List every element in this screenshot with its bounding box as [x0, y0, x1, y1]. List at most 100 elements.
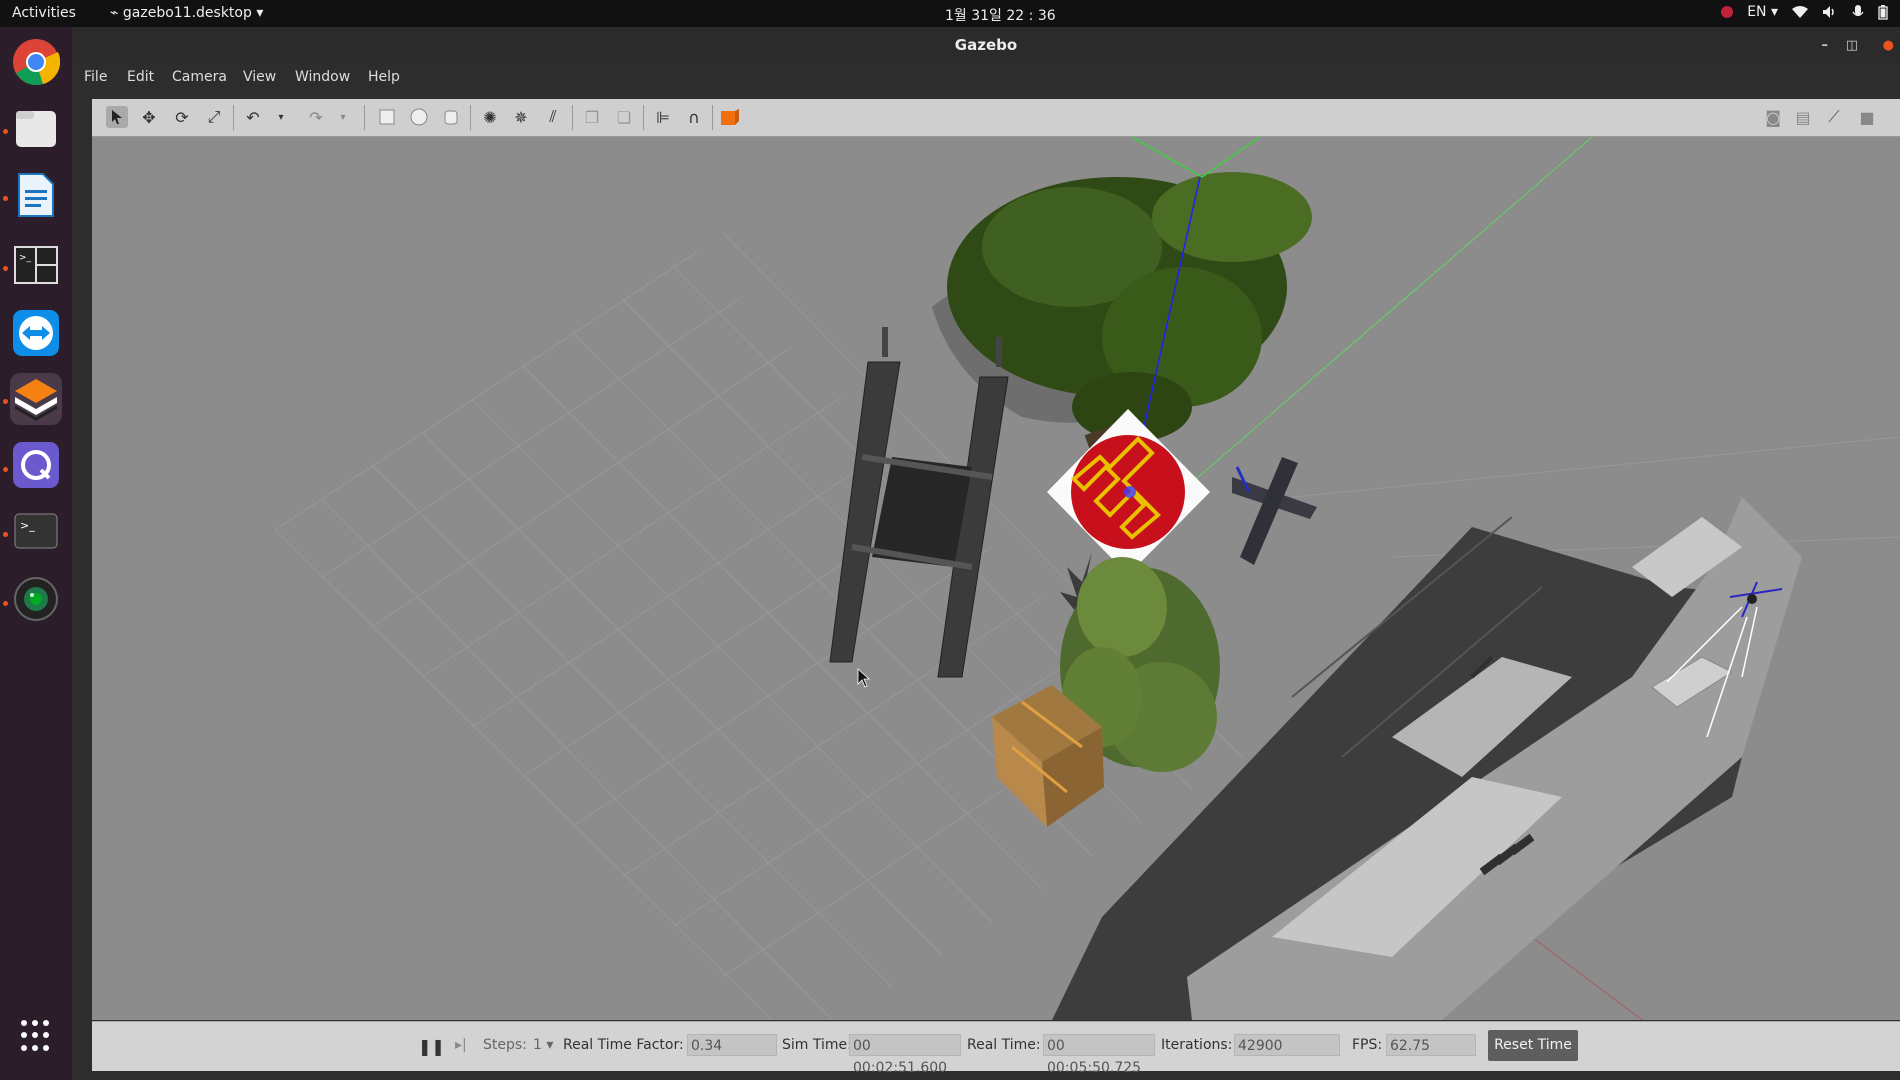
- directional-light-icon[interactable]: ⫽: [542, 106, 564, 128]
- redo-history-dropdown-icon[interactable]: ▾: [332, 106, 354, 128]
- wamv-boat: [829, 327, 1009, 678]
- language-label: EN: [1747, 4, 1767, 20]
- pause-icon[interactable]: ❚❚: [418, 1037, 445, 1056]
- app-menu[interactable]: ⌁ gazebo11.desktop ▾: [110, 5, 263, 21]
- writer-launcher[interactable]: [10, 169, 62, 221]
- spot-light-icon[interactable]: ✵: [510, 106, 532, 128]
- camera-app-launcher[interactable]: [10, 573, 62, 625]
- chrome-launcher[interactable]: [10, 36, 62, 88]
- running-indicator: [3, 129, 8, 134]
- maximize-icon[interactable]: ◫: [1846, 27, 1858, 64]
- log-recorder-icon[interactable]: ▤: [1792, 106, 1814, 128]
- cylinder-shape-icon[interactable]: [440, 106, 462, 128]
- real-time-value: 00 00:05:50.725: [1043, 1034, 1155, 1076]
- helipad: [1047, 409, 1210, 575]
- minimize-icon[interactable]: –: [1822, 27, 1829, 64]
- show-applications-icon[interactable]: [21, 1020, 53, 1052]
- steps-value[interactable]: 1 ▾: [533, 1037, 553, 1053]
- paste-icon[interactable]: ❏: [613, 106, 635, 128]
- step-icon[interactable]: ▸|: [455, 1037, 467, 1053]
- language-indicator[interactable]: EN ▾: [1747, 4, 1778, 20]
- teamviewer-icon: [13, 310, 59, 356]
- app-menu-label: gazebo11.desktop: [122, 5, 252, 21]
- chrome-icon: [13, 39, 60, 86]
- system-tray[interactable]: EN ▾: [1721, 4, 1888, 20]
- qgroundcontrol-icon: [13, 442, 59, 488]
- fixed-wing-plane: [1232, 457, 1317, 565]
- running-indicator: [3, 399, 8, 404]
- svg-text:>_: >_: [19, 253, 32, 263]
- point-light-icon[interactable]: ✺: [479, 106, 501, 128]
- system-top-bar: Activities ⌁ gazebo11.desktop ▾ 1월 31일 2…: [0, 0, 1900, 27]
- terminal-launcher[interactable]: >_: [10, 505, 62, 557]
- files-icon: [16, 111, 56, 147]
- fps-label: FPS:: [1352, 1037, 1383, 1053]
- rotate-mode-icon[interactable]: ⟳: [171, 106, 193, 128]
- translate-mode-icon[interactable]: ✥: [138, 106, 160, 128]
- rtf-value: 0.34: [687, 1034, 777, 1056]
- menu-camera[interactable]: Camera: [172, 69, 227, 85]
- redo-icon[interactable]: ↷: [305, 106, 327, 128]
- steps-value-text: 1: [533, 1037, 542, 1053]
- snap-magnet-icon[interactable]: ∩: [683, 106, 705, 128]
- gazebo-toolbar: ✥ ⟳ ⤢ ↶ ▾ ↷ ▾ ✺ ✵ ⫽ ❐ ❏ ⊫ ∩ ◙ ▤ ⟋ ■: [92, 99, 1900, 137]
- close-icon[interactable]: ●: [1883, 27, 1894, 64]
- running-indicator: [3, 196, 8, 201]
- camera-lens-icon: [14, 577, 58, 621]
- qgroundcontrol-launcher[interactable]: [10, 439, 62, 491]
- time-panel: ❚❚ ▸| Steps: 1 ▾ Real Time Factor: 0.34 …: [92, 1021, 1900, 1076]
- teamviewer-launcher[interactable]: [10, 307, 62, 359]
- running-indicator: [3, 266, 8, 271]
- menu-view[interactable]: View: [243, 69, 276, 85]
- menu-edit[interactable]: Edit: [127, 69, 154, 85]
- change-view-angle-icon[interactable]: [719, 106, 741, 128]
- writer-document-icon: [18, 173, 54, 217]
- terminator-icon: >_: [14, 246, 58, 284]
- sim-time-value: 00 00:02:51.600: [849, 1034, 961, 1076]
- fps-value: 62.75: [1386, 1034, 1476, 1056]
- plot-icon[interactable]: ⟋: [1823, 106, 1845, 128]
- volume-icon[interactable]: [1822, 5, 1838, 19]
- chevron-down-icon: ▾: [251, 5, 264, 21]
- gazebo-icon: [14, 379, 58, 421]
- terminator-launcher[interactable]: >_: [10, 239, 62, 291]
- ubuntu-dock: >_ >_: [0, 27, 72, 1080]
- terminal-icon: >_: [14, 513, 58, 549]
- menu-file[interactable]: File: [84, 69, 107, 85]
- rtf-label: Real Time Factor:: [563, 1037, 684, 1053]
- menu-help[interactable]: Help: [368, 69, 400, 85]
- scene-render[interactable]: [92, 137, 1900, 1020]
- svg-text:>_: >_: [20, 519, 35, 532]
- undo-history-dropdown-icon[interactable]: ▾: [270, 106, 292, 128]
- video-record-icon[interactable]: ■: [1856, 106, 1878, 128]
- align-icon[interactable]: ⊫: [652, 106, 674, 128]
- battery-icon[interactable]: [1878, 4, 1888, 20]
- clock[interactable]: 1월 31일 22 : 36: [945, 5, 1056, 25]
- gazebo-launcher[interactable]: [10, 373, 62, 425]
- sim-time-label: Sim Time:: [782, 1037, 852, 1053]
- reset-time-button[interactable]: Reset Time: [1488, 1030, 1578, 1061]
- sphere-shape-icon[interactable]: [408, 106, 430, 128]
- window-title-bar[interactable]: Gazebo – ◫ ●: [72, 27, 1900, 64]
- menu-window[interactable]: Window: [295, 69, 350, 85]
- running-indicator: [3, 467, 8, 472]
- app-indicator-icon: ⌁: [110, 5, 123, 21]
- iterations-label: Iterations:: [1161, 1037, 1233, 1053]
- files-launcher[interactable]: [10, 102, 62, 154]
- real-time-label: Real Time:: [967, 1037, 1041, 1053]
- undo-icon[interactable]: ↶: [242, 106, 264, 128]
- copy-icon[interactable]: ❐: [581, 106, 603, 128]
- window-title: Gazebo: [954, 36, 1018, 54]
- box-shape-icon[interactable]: [376, 106, 398, 128]
- scale-mode-icon[interactable]: ⤢: [203, 106, 225, 128]
- scene-viewport[interactable]: [92, 137, 1900, 1020]
- recording-indicator-icon[interactable]: [1721, 6, 1734, 18]
- select-mode-icon[interactable]: [106, 106, 128, 128]
- activities-button[interactable]: Activities: [12, 5, 76, 21]
- screenshot-camera-icon[interactable]: ◙: [1762, 106, 1784, 128]
- steps-label: Steps:: [483, 1037, 527, 1053]
- microphone-icon[interactable]: [1852, 4, 1864, 20]
- mouse-cursor-icon: [857, 668, 871, 688]
- iterations-value: 42900: [1234, 1034, 1340, 1056]
- wifi-icon[interactable]: [1792, 5, 1808, 19]
